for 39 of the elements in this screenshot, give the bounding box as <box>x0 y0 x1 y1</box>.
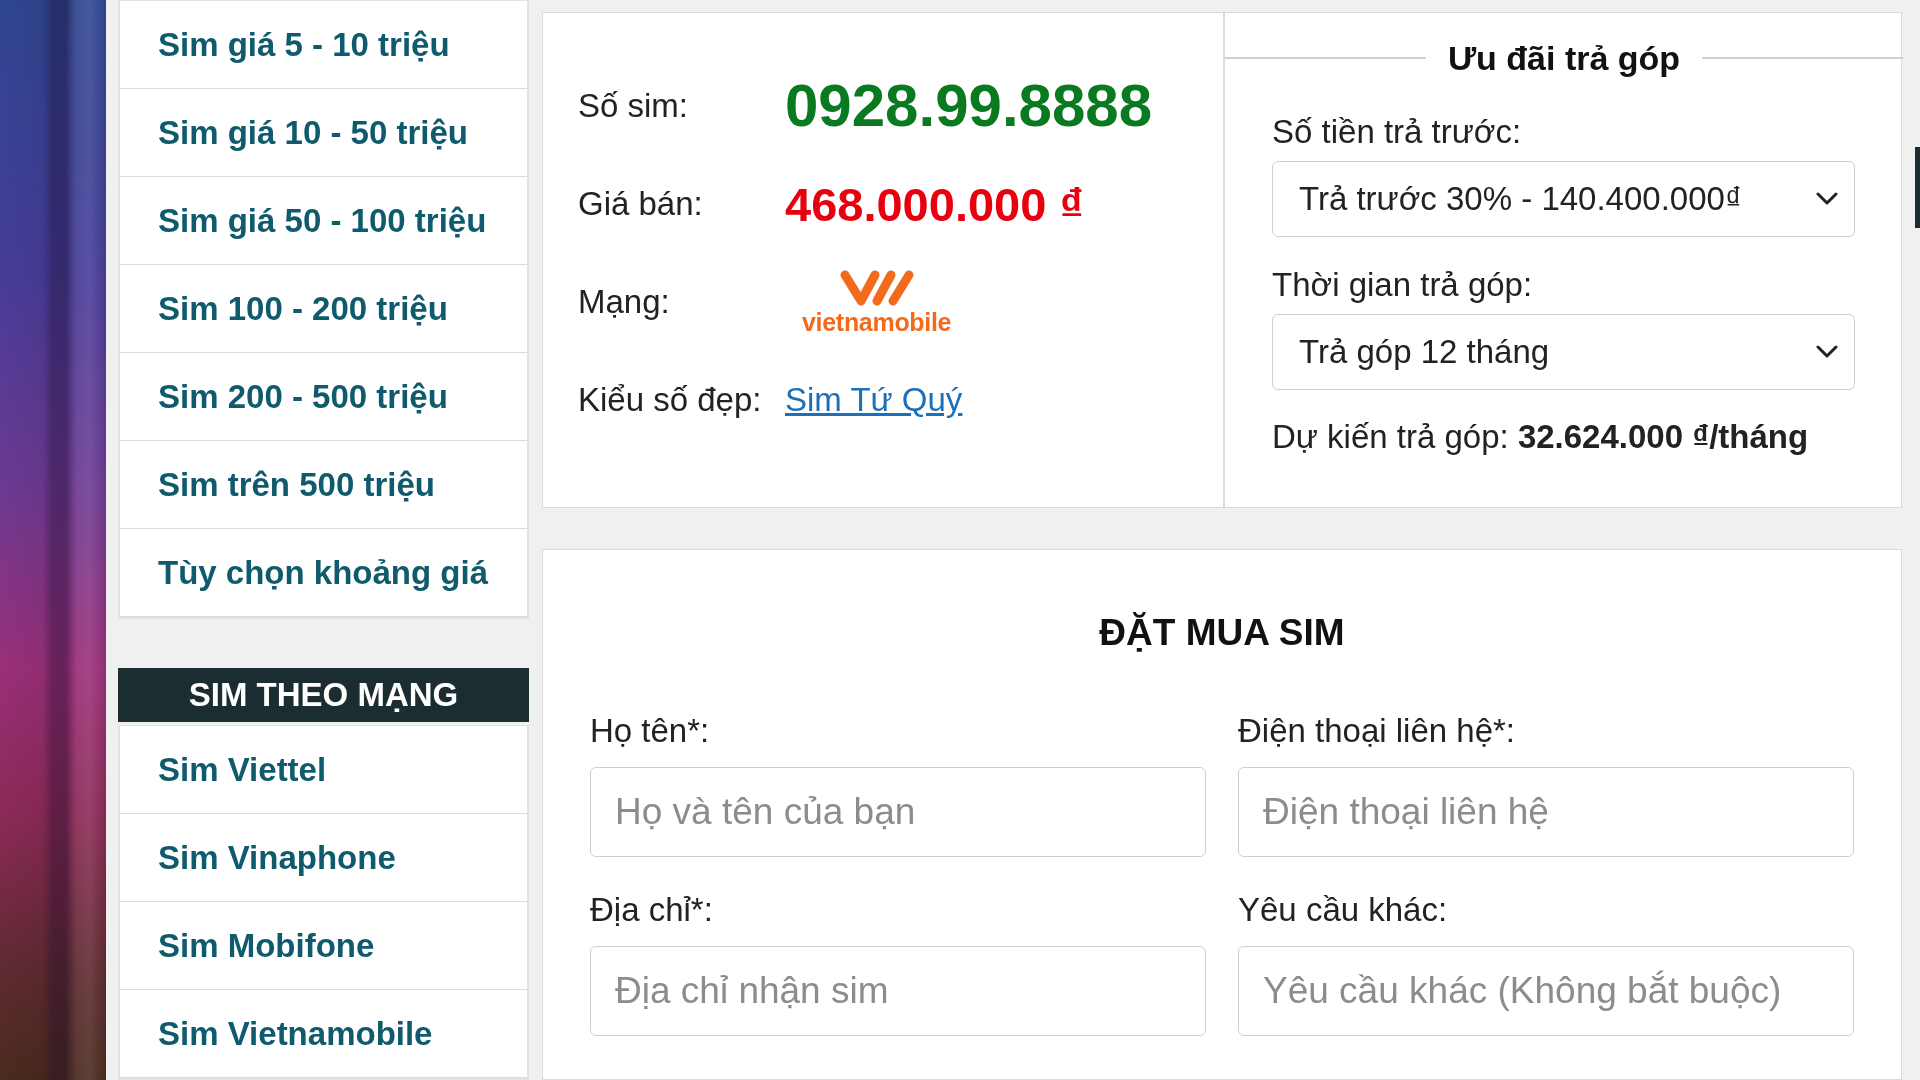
input-field[interactable]: Họ và tên của bạn <box>590 767 1206 857</box>
input-field[interactable]: Yêu cầu khác (Không bắt buộc) <box>1238 946 1854 1036</box>
section-title: Ưu đãi trả góp <box>1447 38 1681 78</box>
sim-number: 0928.99.8888 <box>785 76 1154 136</box>
menu-link[interactable]: Sim giá 10 - 50 triệu <box>120 89 527 177</box>
logo-text: vietnamobile <box>802 310 952 335</box>
field-label: Thời gian trả góp: <box>1272 265 1534 305</box>
estimate-text: Dự kiến trả góp: 32.624.000 ₫/tháng <box>1272 417 1810 457</box>
menu-link[interactable]: Sim trên 500 triệu <box>120 441 527 529</box>
field-label: Số tiền trả trước: <box>1272 112 1523 152</box>
logo-mark-icon <box>838 269 915 307</box>
menu-link[interactable]: Sim Vinaphone <box>120 814 527 902</box>
menu-link[interactable]: Sim giá 50 - 100 triệu <box>120 177 527 265</box>
chevron-down-icon <box>1816 345 1838 359</box>
category-link[interactable]: Sim Tứ Quý <box>785 381 963 419</box>
side-tab[interactable] <box>1915 147 1920 228</box>
menu-link[interactable]: Sim Viettel <box>120 726 527 814</box>
field-label: Họ tên*: <box>590 711 710 751</box>
menu-link[interactable]: Sim Vietnamobile <box>120 990 527 1078</box>
menu-header: SIM THEO MẠNG <box>118 668 529 722</box>
chevron-down-icon <box>1816 192 1838 206</box>
dropdown[interactable]: Trả góp 12 tháng <box>1272 314 1855 390</box>
field-label: Điện thoại liên hệ*: <box>1238 711 1516 751</box>
price-value: 468.000.000 ₫ <box>785 180 1085 228</box>
menu-link[interactable]: Sim Mobifone <box>120 902 527 990</box>
menu-link[interactable]: Sim 100 - 200 triệu <box>120 265 527 353</box>
menu-link[interactable]: Sim 200 - 500 triệu <box>120 353 527 441</box>
dropdown[interactable]: Trả trước 30% - 140.400.000₫ <box>1272 161 1855 237</box>
detail-label: Số sim: <box>578 87 690 125</box>
detail-label: Kiểu số đẹp: <box>578 381 763 419</box>
input-field[interactable]: Địa chỉ nhận sim <box>590 946 1206 1036</box>
field-label: Yêu cầu khác: <box>1238 890 1448 930</box>
menu-link[interactable]: Tùy chọn khoảng giá <box>120 529 527 617</box>
menu-link[interactable]: Sim giá 5 - 10 triệu <box>120 1 527 89</box>
detail-label: Giá bán: <box>578 185 704 223</box>
detail-label: Mạng: <box>578 283 671 321</box>
form-title: ĐẶT MUA SIM <box>1099 613 1345 653</box>
input-field[interactable]: Điện thoại liên hệ <box>1238 767 1854 857</box>
field-label: Địa chỉ*: <box>590 890 713 930</box>
